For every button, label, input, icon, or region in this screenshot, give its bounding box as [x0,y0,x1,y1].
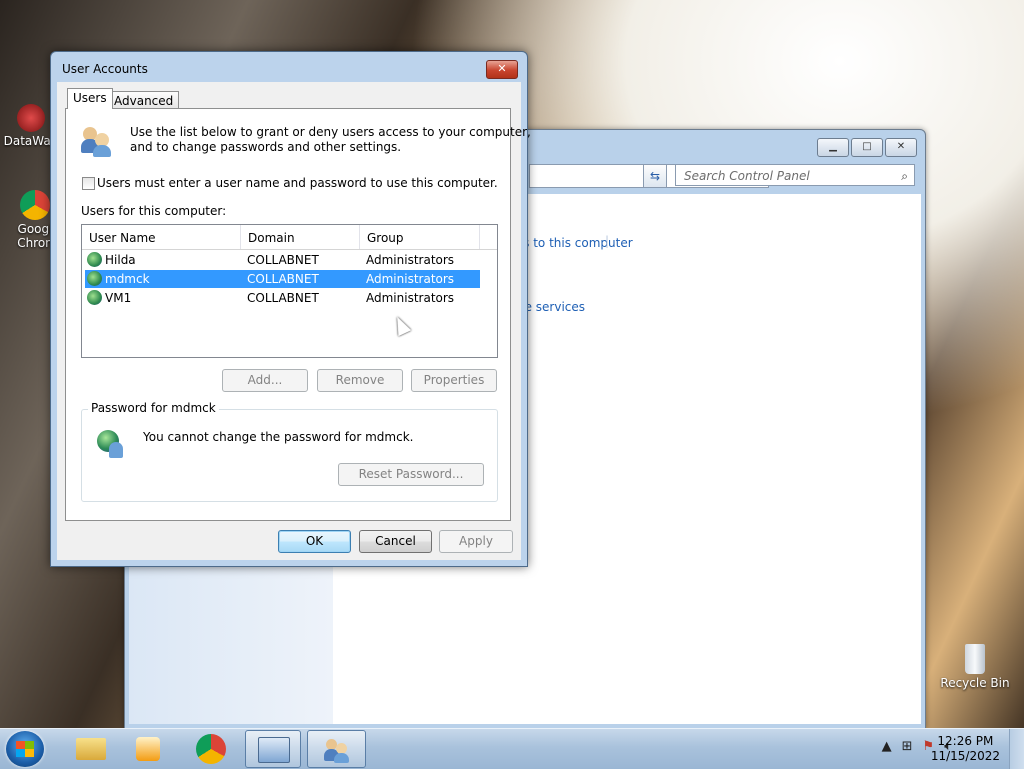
table-row-selected[interactable]: mdmck COLLABNET Administrators [85,270,480,288]
domain-user-icon [87,271,102,286]
cell-domain: COLLABNET [247,253,319,267]
users-list-label: Users for this computer: [81,204,227,218]
properties-button[interactable]: Properties [411,369,497,392]
cell-user-name: mdmck [105,272,150,286]
folder-icon [76,738,106,760]
cell-user-name: Hilda [105,253,136,267]
desktop-icon-label: Recycle Bin [940,676,1010,690]
start-button[interactable] [6,731,44,767]
column-user-name[interactable]: User Name [82,225,241,249]
reset-password-button[interactable]: Reset Password... [338,463,484,486]
chrome-icon [196,734,226,764]
users-list[interactable]: User Name Domain Group Hilda COLLABNET A… [81,224,498,358]
clock[interactable]: 12:26 PM 11/15/2022 [931,734,1000,764]
show-hidden-icons-icon[interactable]: ▲ [882,739,892,754]
chrome-icon [20,190,50,220]
apply-button[interactable]: Apply [439,530,513,553]
search-icon[interactable]: ⌕ [901,165,908,187]
tab-users[interactable]: Users [67,88,113,109]
domain-user-icon [87,290,102,305]
intro-text-line2: and to change passwords and other settin… [130,140,402,154]
cancel-button[interactable]: Cancel [359,530,432,553]
table-row[interactable]: VM1 COLLABNET Administrators [85,289,480,307]
dialog-title: User Accounts [62,62,148,76]
cell-domain: COLLABNET [247,291,319,305]
tab-advanced[interactable]: Advanced [108,91,180,109]
window-caption-buttons: ▁ □ ✕ [817,138,917,157]
control-panel-icon [258,737,290,763]
taskbar: ▲ ⊞ ⚑ 🔈︎ 12:26 PM 11/15/2022 [0,728,1024,769]
ok-button[interactable]: OK [278,530,351,553]
close-icon: ✕ [497,62,507,75]
users-tab-panel: Use the list below to grant or deny user… [65,108,531,521]
search-placeholder: Search Control Panel [684,169,810,183]
close-button[interactable]: ✕ [486,60,518,79]
refresh-icon: ⇆ [649,169,661,183]
remove-user-button[interactable]: Remove [317,369,403,392]
column-group[interactable]: Group [360,225,480,249]
cell-group: Administrators [366,272,455,286]
search-input[interactable]: Search Control Panel ⌕ [675,164,915,186]
taskbar-media-player[interactable] [120,730,176,768]
taskbar-control-panel[interactable] [245,730,301,768]
separator: | [605,234,610,248]
cell-group: Administrators [366,291,455,305]
require-login-label[interactable]: Users must enter a user name and passwor… [97,176,498,190]
user-globe-icon [97,430,127,460]
close-button[interactable]: ✕ [885,138,917,157]
require-login-checkbox[interactable] [82,177,95,190]
desktop-icon-recycle-bin[interactable]: Recycle Bin [940,644,1010,690]
recycle-bin-icon [965,644,985,674]
column-domain[interactable]: Domain [241,225,360,249]
minimize-button[interactable]: ▁ [817,138,849,157]
clock-time: 12:26 PM [937,734,994,748]
domain-user-icon [87,252,102,267]
media-player-icon [136,737,160,761]
table-row[interactable]: Hilda COLLABNET Administrators [85,251,480,269]
add-user-button[interactable]: Add... [222,369,308,392]
user-accounts-dialog[interactable]: User Accounts ✕ Users Advanced Use the l… [50,51,531,567]
intro-text-line1: Use the list below to grant or deny user… [130,125,531,139]
users-icon [81,125,113,157]
clock-date: 11/15/2022 [930,749,1000,763]
dialog-body: Users Advanced Use the list below to gra… [57,82,531,560]
cell-user-name: VM1 [105,291,132,305]
network-icon[interactable]: ⊞ [902,739,913,754]
password-groupbox: Password for mdmck You cannot change the… [81,401,498,502]
password-group-title: Password for mdmck [88,401,219,415]
taskbar-user-accounts[interactable] [307,730,366,768]
cell-domain: COLLABNET [247,272,319,286]
datawag-icon [17,104,45,132]
cell-group: Administrators [366,253,455,267]
maximize-button[interactable]: □ [851,138,883,157]
taskbar-chrome[interactable] [184,730,240,768]
windows-logo-icon [16,741,34,757]
users-icon [324,737,350,763]
taskbar-explorer[interactable] [62,730,118,768]
users-list-header: User Name Domain Group [82,225,497,250]
refresh-button[interactable]: ⇆ [643,164,667,188]
show-desktop-button[interactable] [1009,729,1024,769]
password-info-text: You cannot change the password for mdmck… [143,430,414,444]
